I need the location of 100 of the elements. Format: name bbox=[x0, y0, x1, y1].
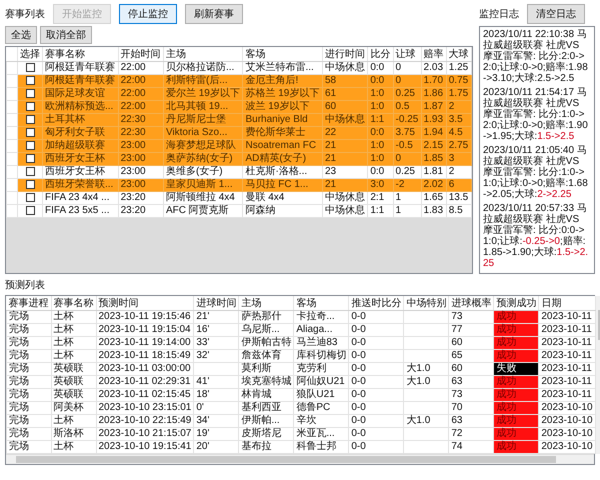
checkbox[interactable] bbox=[26, 166, 34, 176]
column-header[interactable]: 日期 bbox=[538, 296, 596, 310]
table-cell: 库科切梅切 bbox=[294, 350, 349, 362]
checkbox[interactable] bbox=[26, 102, 34, 111]
select-button[interactable]: 全选 bbox=[5, 26, 37, 44]
table-cell: 北马其顿 19... bbox=[163, 100, 243, 114]
section-label: 监控日志 bbox=[479, 8, 519, 21]
column-header[interactable]: 开始时间 bbox=[118, 47, 164, 62]
table-cell bbox=[404, 350, 449, 362]
table-cell: 22:00 bbox=[118, 100, 164, 114]
table-cell: 辛坎 bbox=[294, 414, 349, 428]
scrollbar[interactable] bbox=[6, 454, 594, 464]
table-cell: 0-0 bbox=[348, 362, 404, 376]
table-cell: 匈牙利女子联 bbox=[42, 126, 118, 140]
column-header[interactable]: 预测成功 bbox=[494, 296, 539, 310]
table-cell: 23:00 bbox=[118, 152, 164, 166]
table-cell: 0-0 bbox=[348, 310, 404, 324]
table-cell: 2023-10-11 bbox=[538, 310, 596, 324]
result-cell: 成功 bbox=[494, 414, 539, 428]
table-cell bbox=[404, 388, 449, 402]
table-cell: 中场休息 bbox=[322, 192, 368, 204]
checkbox[interactable] bbox=[26, 114, 34, 124]
column-header[interactable]: 赛事进程 bbox=[6, 296, 51, 310]
table-cell: 18' bbox=[194, 388, 239, 402]
column-header[interactable]: 赛事名称 bbox=[42, 47, 118, 62]
table-row[interactable]: FIFA 23 5x5 ... 23:20 AFC 阿贾克斯 阿森纳 中场休息 1:1 1 1.83 8.5 bbox=[6, 204, 472, 218]
table-cell bbox=[404, 324, 449, 336]
table-cell: 2023-10-11 18:15:49 bbox=[96, 350, 194, 362]
table-cell: 16' bbox=[194, 324, 239, 336]
table-cell: 完场 bbox=[6, 310, 51, 324]
table-cell: 大1.0 bbox=[404, 376, 449, 388]
table-cell: 爱尔兰 19岁以下 bbox=[163, 88, 243, 100]
table-cell: 完场 bbox=[6, 428, 51, 440]
table-cell: 22:30 bbox=[118, 114, 164, 126]
table-row[interactable]: 国际足球友谊 22:00 爱尔兰 19岁以下 苏格兰 19岁以下 61 1:0 0.25 1.86 1.75 bbox=[6, 88, 472, 100]
table-cell: 41' bbox=[194, 376, 239, 388]
column-header[interactable]: 进行时间 bbox=[322, 47, 368, 62]
table-cell: 皮斯塔尼 bbox=[238, 428, 294, 440]
column-header[interactable]: 让球 bbox=[393, 47, 422, 62]
table-cell: Nsoatreman FC bbox=[242, 140, 322, 152]
table-cell: 阿森纳 bbox=[242, 204, 322, 218]
table-cell: 2023-10-11 bbox=[538, 388, 596, 402]
table-cell: 埃克塞特城 bbox=[238, 376, 294, 388]
table-cell: 0-0 bbox=[348, 414, 404, 428]
table-cell: 西班牙荣誉联... bbox=[42, 178, 118, 192]
column-header[interactable]: 赔率 bbox=[421, 47, 446, 62]
table-cell: 阿仙奴U21 bbox=[294, 376, 349, 388]
toolbar-button[interactable]: 停止监控 bbox=[119, 4, 177, 24]
table-cell: 伊斯帕... bbox=[238, 414, 294, 428]
checkbox[interactable] bbox=[26, 206, 34, 215]
table-row[interactable]: 土耳其杯 22:30 丹尼斯尼士堡 Burhaniye Bld 中场休息 1:1 -0.25 1.93 3.5 bbox=[6, 114, 472, 126]
table-cell: 0-0 bbox=[348, 376, 404, 388]
table-row[interactable]: 欧洲精标预选... 22:00 北马其顿 19... 波兰 19岁以下 60 1:0 0.5 1.87 2 bbox=[6, 100, 472, 114]
table-cell: 萨热那什 bbox=[238, 310, 294, 324]
table-cell: 完场 bbox=[6, 324, 51, 336]
table-cell: FIFA 23 4x4 ... bbox=[42, 192, 118, 204]
checkbox[interactable] bbox=[26, 88, 34, 98]
table-cell: 完场 bbox=[6, 388, 51, 402]
table-cell: 完场 bbox=[6, 336, 51, 350]
table-row[interactable]: 西班牙荣誉联... 23:00 皇家贝迪斯 1... 马贝拉 FC 1... 21 3:0 -2 2.02 6 bbox=[6, 178, 472, 192]
column-header[interactable]: 大球 bbox=[446, 47, 472, 62]
table-row[interactable]: 西班牙女王杯 23:00 奥萨苏纳(女子) AD精英(女子) 21 1:0 0 1.85 3 bbox=[6, 152, 472, 166]
select-button[interactable]: 取消全部 bbox=[40, 26, 92, 44]
column-header[interactable]: 选择 bbox=[18, 47, 42, 62]
table-row[interactable]: 加纳超级联赛 23:00 海赛梦想足球队 Nsoatreman FC 21 1:0 -0.5 2.15 2.75 bbox=[6, 140, 472, 152]
column-header[interactable]: 主场 bbox=[238, 296, 294, 310]
checkbox[interactable] bbox=[26, 140, 34, 150]
table-cell: 伊斯帕古特 bbox=[238, 336, 294, 350]
column-header[interactable]: 赛事名称 bbox=[51, 296, 96, 310]
toolbar-button[interactable]: 刷新赛事 bbox=[185, 4, 243, 24]
column-header[interactable]: 推送时比分 bbox=[348, 296, 404, 310]
column-header[interactable]: 客场 bbox=[242, 47, 322, 62]
clear-log-button[interactable]: 清空日志 bbox=[527, 4, 585, 24]
table-cell: 1 bbox=[393, 204, 422, 218]
checkbox[interactable] bbox=[26, 180, 34, 189]
checkbox[interactable] bbox=[26, 62, 34, 72]
table-cell bbox=[404, 310, 449, 324]
checkbox[interactable] bbox=[26, 154, 34, 163]
result-cell: 成功 bbox=[494, 402, 539, 414]
table-cell: 0-0 bbox=[348, 428, 404, 440]
table-cell: 23:20 bbox=[118, 192, 164, 204]
result-cell: 失败 bbox=[494, 362, 539, 376]
column-header[interactable]: 进球时间 bbox=[194, 296, 239, 310]
table-cell: 利斯特雷(后... bbox=[163, 74, 243, 88]
checkbox[interactable] bbox=[26, 192, 34, 202]
table-cell: 0-0 bbox=[348, 402, 404, 414]
column-header[interactable]: 中场特别 bbox=[404, 296, 449, 310]
column-header[interactable]: 客场 bbox=[294, 296, 349, 310]
table-row[interactable]: 匈牙利女子联 22:30 Viktoria Szo... 费伦斯华莱士 22 0:0 3.75 1.94 4.5 bbox=[6, 126, 472, 140]
column-header[interactable]: 主场 bbox=[163, 47, 243, 62]
column-header[interactable]: 进球概率 bbox=[448, 296, 494, 310]
checkbox[interactable] bbox=[26, 128, 34, 137]
table-cell: 23:00 bbox=[118, 178, 164, 192]
table-cell: 21 bbox=[322, 152, 368, 166]
table-row[interactable]: FIFA 23 4x4 ... 23:20 阿斯顿维拉 4x4 曼联 4x4 中场休息 2:1 1 1.65 13.5 bbox=[6, 192, 472, 204]
checkbox[interactable] bbox=[26, 76, 34, 85]
table-row[interactable]: 阿根廷青年联赛 22:00 利斯特雷(后... 金厄主角后! 58 0:0 0 1.70 0.75 bbox=[6, 74, 472, 88]
column-header[interactable]: 预测时间 bbox=[96, 296, 194, 310]
column-header[interactable]: 比分 bbox=[368, 47, 394, 62]
table-cell: 欧洲精标预选... bbox=[42, 100, 118, 114]
